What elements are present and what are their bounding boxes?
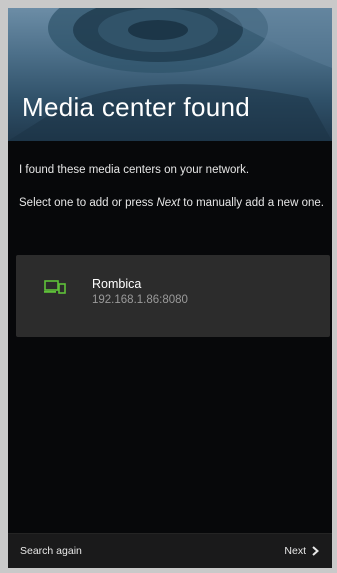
next-button-label: Next [284, 545, 306, 557]
instruction-suffix: to manually add a new one. [180, 197, 324, 209]
app-screen: Media center found I found these media c… [8, 8, 332, 568]
media-center-name: Rombica [92, 277, 142, 291]
header-banner: Media center found [8, 8, 332, 141]
search-again-button[interactable]: Search again [20, 545, 82, 557]
content-area: I found these media centers on your netw… [8, 141, 332, 533]
media-center-address: 192.168.1.86:8080 [92, 294, 188, 306]
next-button[interactable]: Next [284, 545, 319, 557]
instruction-next-emphasis: Next [156, 197, 181, 209]
devices-icon [44, 280, 66, 294]
instruction-prefix: Select one to add or press [19, 197, 157, 209]
media-center-item[interactable]: Rombica 192.168.1.86:8080 [16, 255, 330, 337]
chevron-right-icon [312, 546, 319, 556]
footer-bar: Search again Next [8, 533, 332, 568]
page-title: Media center found [22, 92, 250, 122]
found-message: I found these media centers on your netw… [19, 164, 250, 176]
instruction-message: Select one to add or press Next to manua… [19, 196, 324, 210]
